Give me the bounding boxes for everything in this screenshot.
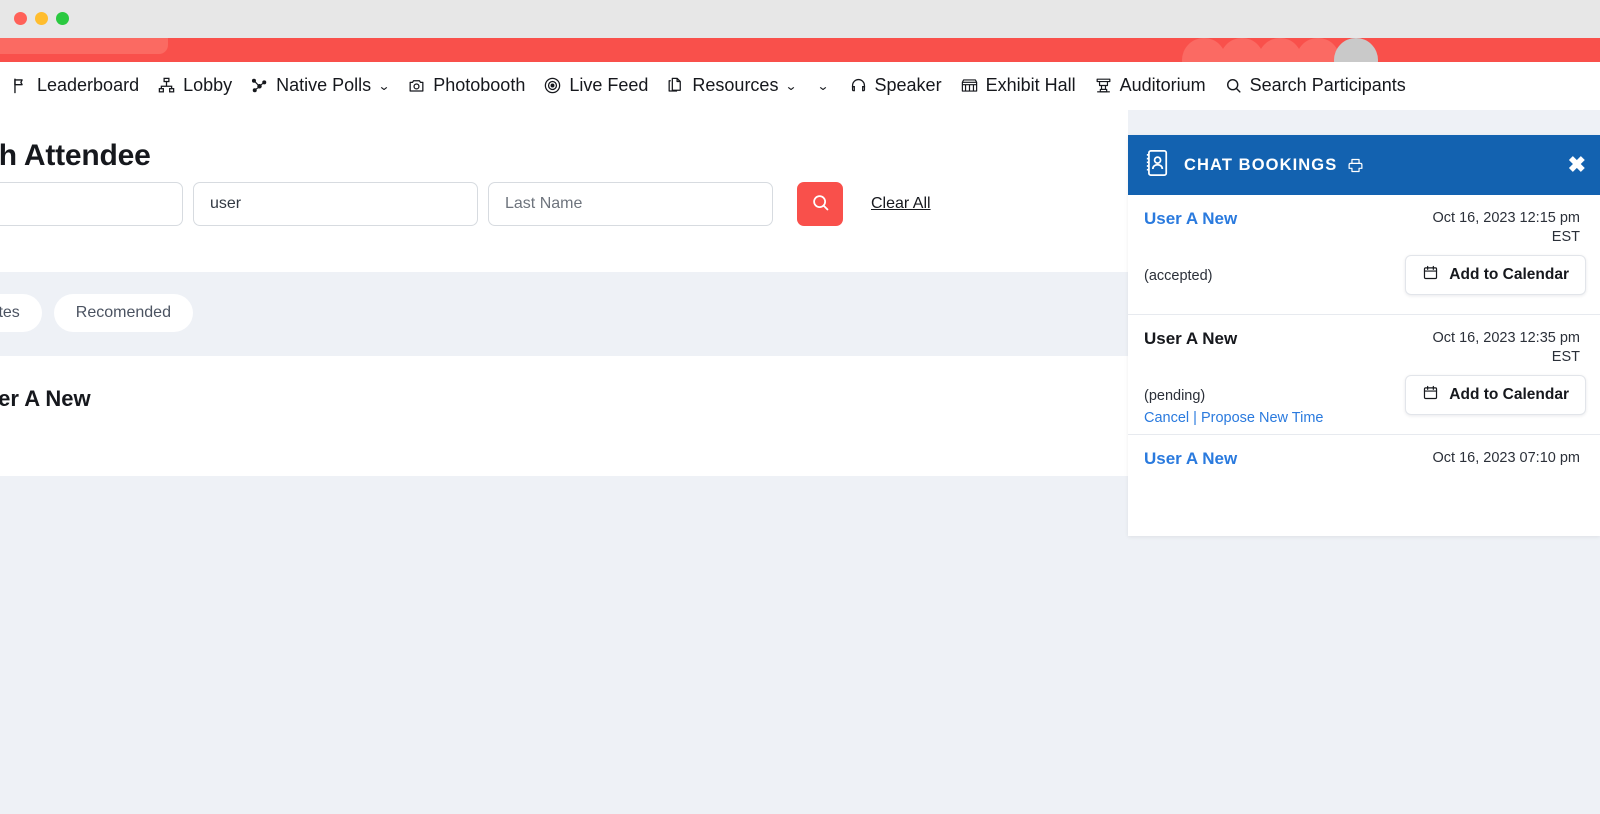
booking-header: User A New Oct 16, 2023 12:15 pm EST [1144,209,1580,246]
nav-label: Resources [692,75,779,95]
nav-label: Search Participants [1249,75,1406,95]
booking-user-name[interactable]: User A New [1144,209,1237,229]
search-submit-button[interactable] [797,182,843,226]
nav-item-exhibit-hall[interactable]: Exhibit Hall [951,62,1085,110]
search-icon [1224,76,1243,95]
printer-icon[interactable] [1347,157,1364,174]
window-close-button[interactable] [14,12,27,25]
nav-label: Exhibit Hall [985,75,1076,95]
booking-header: User A New Oct 16, 2023 12:35 pm EST [1144,329,1580,366]
search-form: Clear All [0,182,931,226]
window-minimize-button[interactable] [35,12,48,25]
booking-datetime: Oct 16, 2023 12:15 pm EST [1432,209,1580,246]
auditorium-icon [1094,76,1113,95]
nav-label: Lobby [183,75,233,95]
chevron-down-icon: ⌄ [816,78,830,93]
poll-nodes-icon [250,76,269,95]
chat-bookings-panel: Chat Bookings ✖ User A New Oct 16, 2023 … [1128,135,1600,536]
chevron-down-icon[interactable]: ⌄ [785,79,798,93]
booking-datetime-value: Oct 16, 2023 12:15 pm [1432,210,1580,226]
search-icon [810,192,831,216]
booth-icon [960,76,979,95]
nav-item-resources[interactable]: Resources ⌄ [657,62,805,110]
chevron-down-icon[interactable]: ⌄ [378,79,391,93]
nav-label: Live Feed [569,75,649,95]
booking-user-name[interactable]: User A New [1144,449,1237,469]
address-book-icon [1143,148,1171,183]
nav-label: Leaderboard [37,75,140,95]
nav-label: Photobooth [433,75,526,95]
filter-pill-favorites[interactable]: Favorites [0,294,42,332]
nav-item-auditorium[interactable]: Auditorium [1085,62,1215,110]
booking-datetime-value: Oct 16, 2023 12:35 pm [1432,330,1580,346]
booking-header: User A New Oct 16, 2023 07:10 pm [1144,449,1580,469]
nav-item-live-feed[interactable]: Live Feed [534,62,657,110]
booking-row: User A New Oct 16, 2023 12:15 pm EST Add… [1128,195,1600,315]
booking-timezone: EST [1551,348,1580,365]
flag-icon [11,76,30,95]
booking-status: (pending) [1144,388,1206,404]
brand-logo [0,38,168,54]
booking-user-name[interactable]: User A New [1144,329,1237,349]
broadcast-icon [543,76,562,95]
clear-all-link[interactable]: Clear All [871,195,931,213]
filter-pill-row: Favorites Recomended [0,294,193,332]
filter-strip: Favorites Recomended [0,272,1128,356]
chat-bookings-header: Chat Bookings ✖ [1128,135,1600,195]
sitemap-icon [157,76,176,95]
camera-icon [407,76,426,95]
search-results: User A New [0,356,1128,476]
search-attendee-panel: Search Attendee Clear All [0,110,1128,272]
headset-icon [849,76,868,95]
avatar[interactable] [1334,38,1378,62]
booking-timezone: EST [1551,228,1580,245]
nav-item-lobby[interactable]: Lobby [148,62,241,110]
booking-status: (accepted) [1144,268,1213,284]
booking-row: User A New Oct 16, 2023 07:10 pm [1128,435,1600,481]
nav-overflow-menu-button[interactable]: ⌄ [806,62,840,110]
result-item-name[interactable]: User A New [0,386,91,412]
first-name-input[interactable] [193,182,478,226]
chat-bookings-title: Chat Bookings [1184,155,1338,174]
add-to-calendar-label: Add to Calendar [1449,386,1569,403]
booking-actions: Cancel | Propose New Time [1144,410,1323,426]
booking-datetime: Oct 16, 2023 12:35 pm EST [1432,329,1580,366]
calendar-icon [1422,384,1439,406]
avatar-group [1182,38,1378,62]
page-title: Search Attendee [0,139,151,172]
cancel-booking-link[interactable]: Cancel [1144,410,1189,426]
keyword-input[interactable] [0,182,183,226]
calendar-icon [1422,264,1439,286]
files-icon [666,76,685,95]
filter-pill-recomended[interactable]: Recomended [53,294,193,332]
last-name-input[interactable] [488,182,773,226]
add-to-calendar-label: Add to Calendar [1449,266,1569,283]
window-title-bar [0,0,1600,38]
booking-datetime-value: Oct 16, 2023 07:10 pm [1432,450,1580,466]
close-icon[interactable]: ✖ [1568,154,1586,176]
nav-item-search-participants[interactable]: Search Participants [1215,62,1415,110]
window-maximize-button[interactable] [56,12,69,25]
nav-label: Speaker [874,75,942,95]
propose-new-time-link[interactable]: Propose New Time [1201,410,1324,426]
traffic-lights [14,12,69,25]
nav-item-photobooth[interactable]: Photobooth [398,62,534,110]
results-empty-area [0,476,1128,814]
top-navigation: Leaderboard Lobby Native Polls ⌄ Photobo… [0,62,1600,110]
nav-item-speaker[interactable]: Speaker [840,62,951,110]
nav-item-leaderboard[interactable]: Leaderboard [2,62,148,110]
nav-item-native-polls[interactable]: Native Polls ⌄ [241,62,398,110]
add-to-calendar-button[interactable]: Add to Calendar [1405,375,1586,415]
brand-band [0,38,1600,62]
add-to-calendar-button[interactable]: Add to Calendar [1405,255,1586,295]
booking-row: User A New Oct 16, 2023 12:35 pm EST Add… [1128,315,1600,435]
nav-label: Auditorium [1119,75,1206,95]
booking-datetime: Oct 16, 2023 07:10 pm [1432,449,1580,468]
nav-label: Native Polls [276,75,372,95]
action-separator: | [1193,410,1197,426]
